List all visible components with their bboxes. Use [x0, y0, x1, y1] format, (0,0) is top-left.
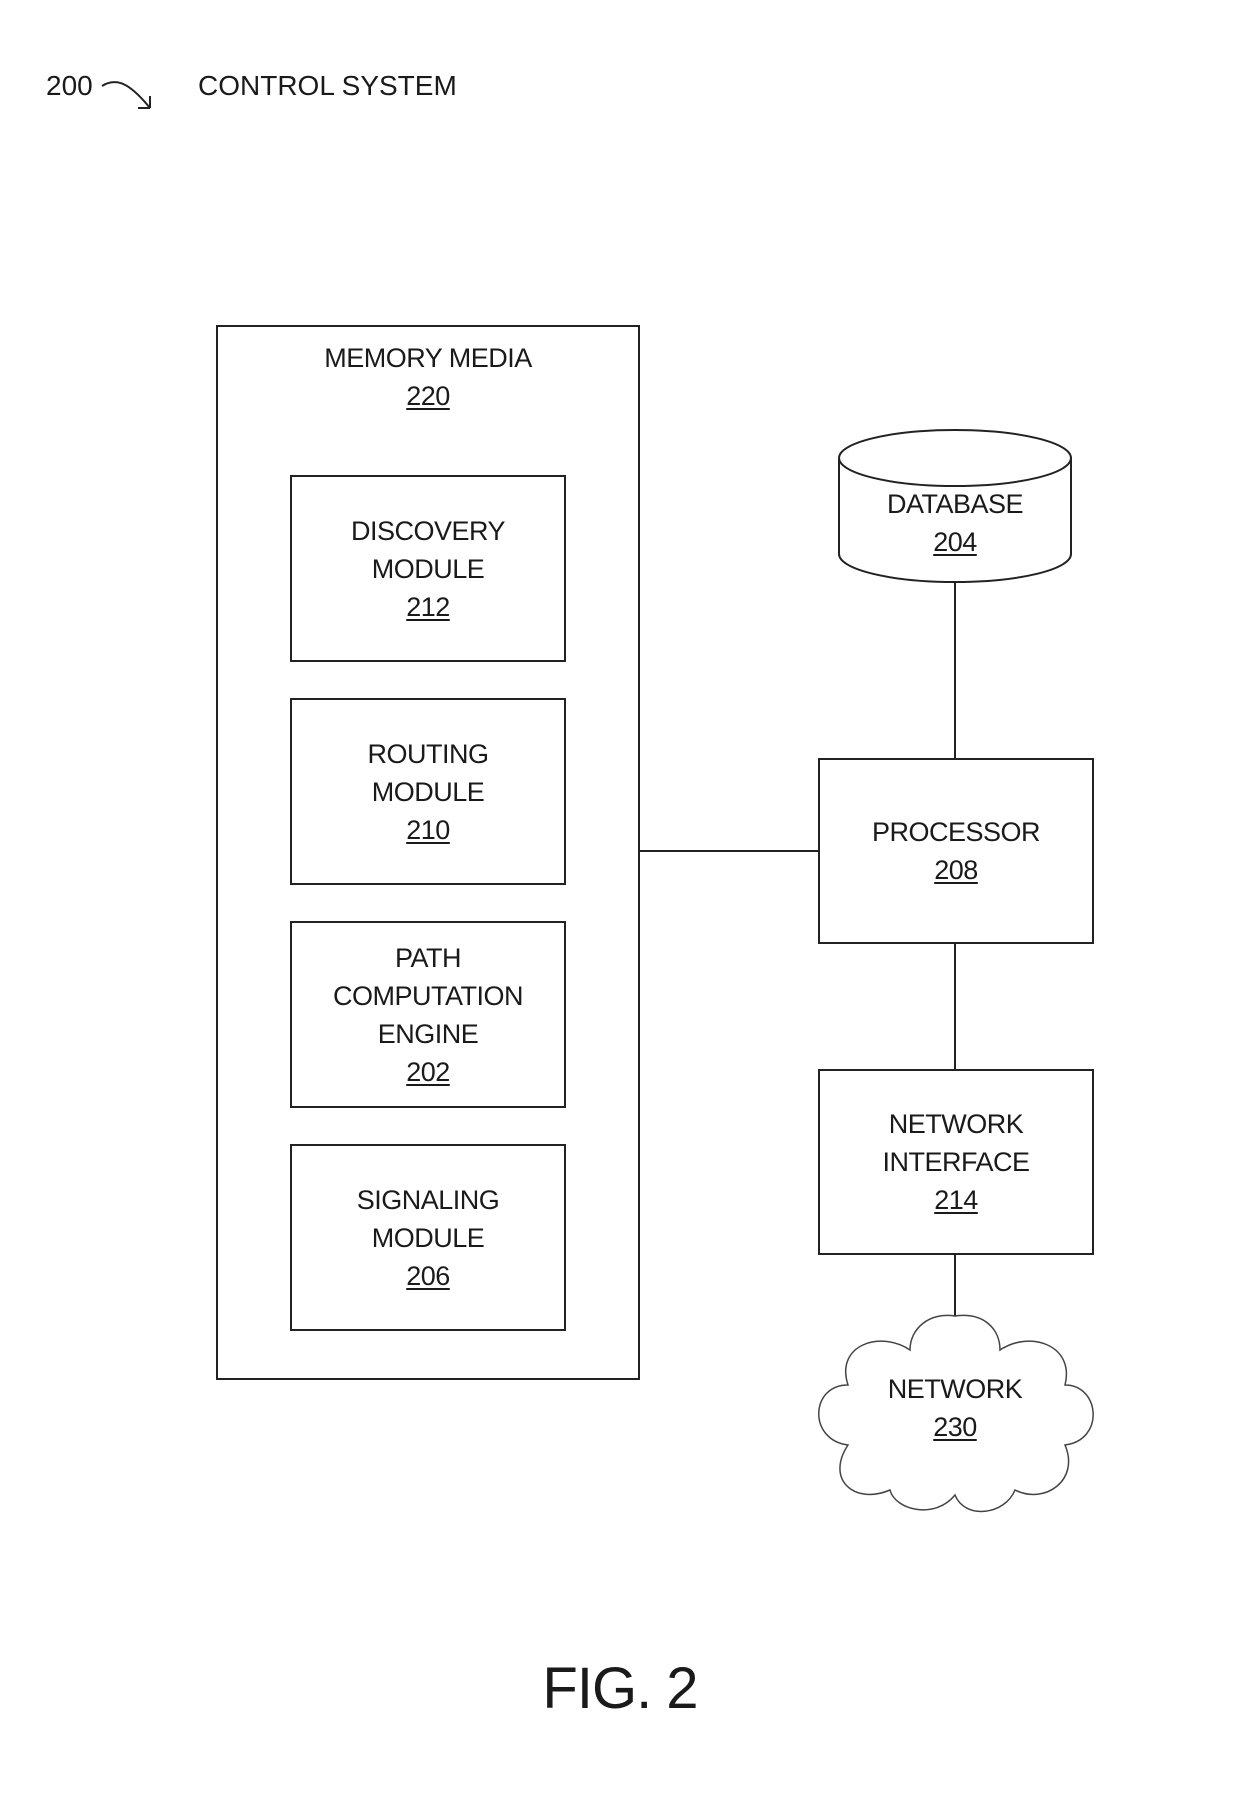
- module-label-line: PATH: [394, 942, 462, 973]
- processor-box: PROCESSOR 208: [818, 758, 1094, 944]
- routing-module-box: ROUTING MODULE 210: [290, 698, 566, 885]
- signaling-module-box: SIGNALING MODULE 206: [290, 1144, 566, 1331]
- database-ref: 204: [933, 527, 977, 557]
- network-ref: 230: [933, 1412, 977, 1442]
- module-ref: 202: [406, 1056, 450, 1087]
- module-ref: 210: [406, 814, 450, 845]
- memory-media-label: MEMORY MEDIA: [324, 343, 532, 373]
- module-label-line: ROUTING: [367, 738, 490, 769]
- network-interface-label-line: NETWORK: [888, 1109, 1024, 1139]
- figure-reference-number: 200: [46, 70, 93, 101]
- processor-label: PROCESSOR: [871, 817, 1041, 847]
- network-interface-box: NETWORK INTERFACE 214: [818, 1069, 1094, 1255]
- module-label-line: COMPUTATION: [333, 980, 524, 1011]
- module-label-line: MODULE: [371, 553, 485, 584]
- figure-title: CONTROL SYSTEM: [198, 70, 457, 101]
- figure-caption: FIG. 2: [542, 1656, 698, 1721]
- network-interface-ref: 214: [934, 1185, 978, 1215]
- network-interface-label-line: INTERFACE: [882, 1147, 1030, 1177]
- processor-ref: 208: [934, 855, 978, 885]
- module-label-line: MODULE: [371, 1222, 485, 1253]
- module-label-line: DISCOVERY: [350, 515, 506, 546]
- path-computation-engine-box: PATH COMPUTATION ENGINE 202: [290, 921, 566, 1108]
- network-label: NETWORK: [887, 1374, 1023, 1404]
- database-label: DATABASE: [886, 489, 1024, 519]
- memory-media-ref: 220: [406, 381, 450, 411]
- database-text: DATABASE 204: [839, 485, 1071, 561]
- network-text: NETWORK 230: [835, 1370, 1075, 1446]
- module-ref: 212: [406, 591, 450, 622]
- module-label-line: MODULE: [371, 776, 485, 807]
- module-ref: 206: [406, 1260, 450, 1291]
- module-label-line: ENGINE: [377, 1018, 479, 1049]
- discovery-module-box: DISCOVERY MODULE 212: [290, 475, 566, 662]
- figure-reference-arrow: [101, 81, 151, 109]
- module-label-line: SIGNALING: [356, 1184, 500, 1215]
